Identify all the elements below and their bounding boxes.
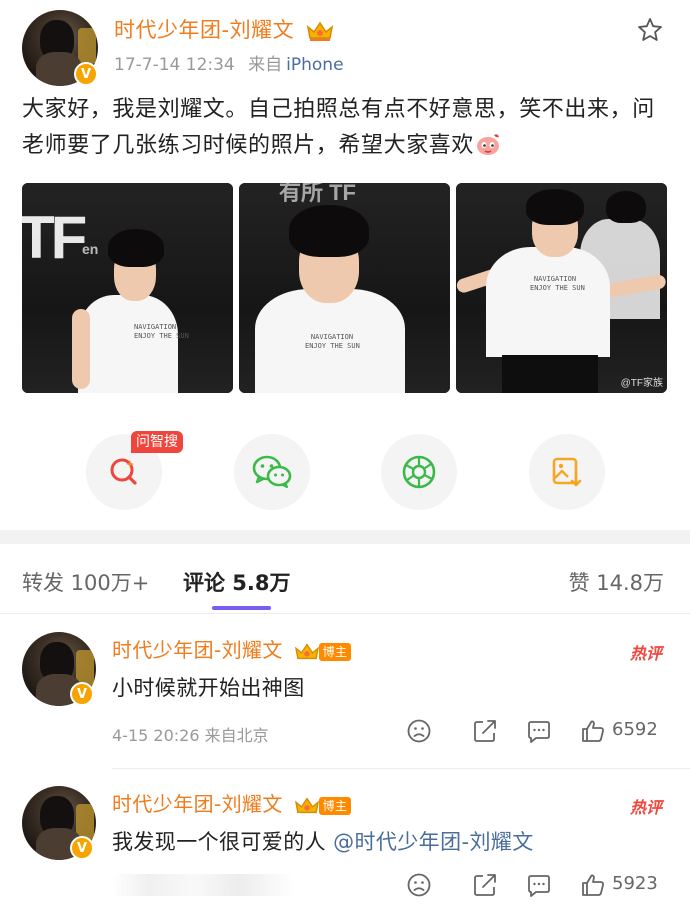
tab-like[interactable]: 赞 14.8万: [569, 567, 664, 597]
post-text-content: 大家好，我是刘耀文。自己拍照总有点不好意思，笑不出来，问老师要了几张练习时候的照…: [22, 97, 655, 158]
crown-badge-icon: [305, 19, 335, 43]
save-image-button[interactable]: [529, 434, 605, 510]
comment-author-name[interactable]: 时代少年团-刘耀文: [112, 638, 283, 662]
post-header: V 时代少年团-刘耀文 17-7-14 12:34 来自 iPhone: [22, 10, 672, 86]
post-text: 大家好，我是刘耀文。自己拍照总有点不好意思，笑不出来，问老师要了几张练习时候的照…: [22, 92, 672, 164]
comment-author[interactable]: 时代少年团-刘耀文 博主: [112, 788, 352, 817]
save-image-icon: [552, 457, 582, 487]
author-name[interactable]: 时代少年团-刘耀文: [114, 14, 335, 44]
comment-meta-blurred: [112, 874, 294, 896]
doll-emoji-icon: [474, 131, 502, 157]
photo-2-shirt-text: NAVIGATION ENJOY THE SUN: [305, 333, 360, 350]
tab-comment[interactable]: 评论 5.8万: [183, 567, 291, 597]
comment-actions: 6592: [406, 716, 666, 746]
comment-separator: [112, 768, 690, 769]
photo-watermark: @TF家族: [620, 378, 663, 389]
blogger-tag: 博主: [318, 642, 352, 661]
blogger-tag: 博主: [318, 796, 352, 815]
hot-comment-tag: 热评: [629, 798, 662, 817]
hot-comment-tag: 热评: [629, 644, 662, 663]
moments-icon: [402, 455, 436, 489]
comment-actions: 5923: [406, 870, 666, 900]
comment-author[interactable]: 时代少年团-刘耀文 博主: [112, 634, 352, 663]
post-timestamp: 17-7-14 12:34: [114, 55, 235, 75]
share-icon[interactable]: [472, 872, 498, 898]
post-photo-2[interactable]: 有所 TF NAVIGATION ENJOY THE SUN: [239, 183, 450, 393]
sad-face-icon[interactable]: [406, 718, 432, 744]
crown-badge-icon: [293, 641, 321, 663]
comment-author-name[interactable]: 时代少年团-刘耀文: [112, 792, 283, 816]
photo-1-shirt-text: NAVIGATION ENJOY THE SUN: [134, 323, 189, 340]
post-tab-bar: 转发 100万+ 评论 5.8万 赞 14.8万: [0, 544, 690, 614]
verified-v-icon: V: [70, 836, 94, 860]
section-divider: [0, 530, 690, 544]
search-ai-icon: [110, 458, 137, 485]
share-wechat-button[interactable]: [234, 434, 310, 510]
tab-repost[interactable]: 转发 100万+: [22, 567, 149, 597]
sad-face-icon[interactable]: [406, 872, 432, 898]
author-name-text[interactable]: 时代少年团-刘耀文: [114, 18, 294, 42]
crown-badge-icon: [293, 795, 321, 817]
comment-text-content: 我发现一个很可爱的人: [112, 830, 334, 854]
comment-mention-link[interactable]: @时代少年团-刘耀文: [333, 830, 534, 854]
active-tab-indicator: [212, 606, 271, 610]
post-photo-3[interactable]: NAVIGATION ENJOY THE SUN @TF家族: [456, 183, 667, 393]
star-outline-icon[interactable]: [636, 16, 664, 44]
comment-like-count: 5923: [612, 873, 658, 894]
verified-v-icon: V: [74, 62, 98, 86]
comment-item: V 时代少年团-刘耀文 博主 热评 小时候就开始出神图 4-15 20:26 来…: [0, 632, 690, 762]
verified-v-icon: V: [70, 682, 94, 706]
post-photo-1[interactable]: TF en NAVIGATION ENJOY THE SUN: [22, 183, 233, 393]
comment-text: 小时候就开始出神图: [112, 676, 305, 700]
source-prefix: 来自: [248, 55, 283, 75]
wechat-icon: [252, 455, 292, 489]
comment-like-count: 6592: [612, 719, 658, 740]
comment-meta: 4-15 20:26 来自北京: [112, 726, 269, 745]
ask-search-badge: 问智搜: [131, 431, 183, 453]
comment-item: V 时代少年团-刘耀文 博主 热评 我发现一个很可爱的人 @时代少年团-刘耀文: [0, 786, 690, 916]
photo-3-shirt-text: NAVIGATION ENJOY THE SUN: [530, 275, 585, 292]
post-meta: 17-7-14 12:34 来自 iPhone: [114, 50, 344, 75]
comment-text: 我发现一个很可爱的人 @时代少年团-刘耀文: [112, 826, 534, 856]
thumbs-up-icon[interactable]: [580, 718, 606, 744]
share-moments-button[interactable]: [381, 434, 457, 510]
comment-icon[interactable]: [526, 718, 552, 744]
thumbs-up-icon[interactable]: [580, 872, 606, 898]
post-source[interactable]: iPhone: [286, 55, 343, 75]
comment-icon[interactable]: [526, 872, 552, 898]
share-icon[interactable]: [472, 718, 498, 744]
